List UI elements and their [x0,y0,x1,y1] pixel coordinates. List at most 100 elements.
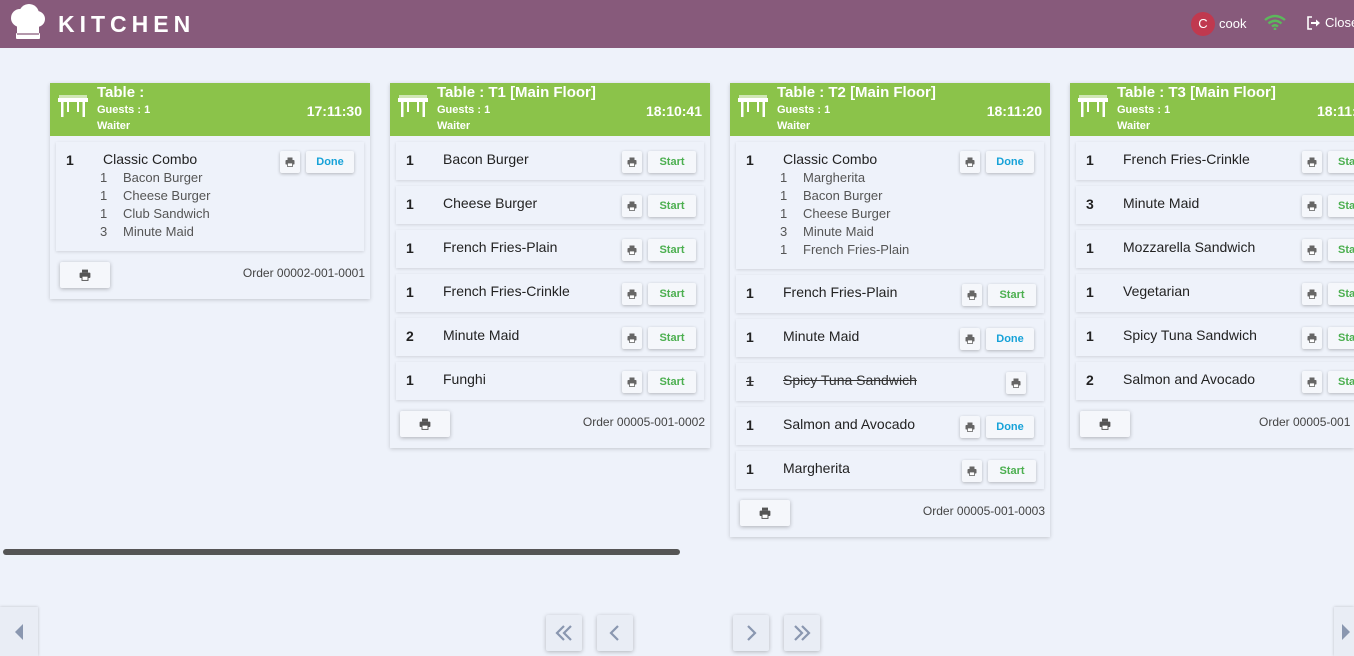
order-line[interactable]: 2 Minute Maid Start [396,318,704,356]
done-button[interactable]: Done [986,328,1034,350]
print-line-button[interactable] [960,416,980,438]
user-avatar[interactable]: C [1191,12,1215,36]
print-line-button[interactable] [622,195,642,217]
combo-component: 1 Margherita [736,170,996,188]
done-button[interactable]: Done [986,151,1034,173]
print-line-button[interactable] [622,151,642,173]
print-icon [627,245,637,255]
print-line-button[interactable] [1302,151,1322,173]
line-quantity: 1 [746,329,754,345]
next-page-button[interactable] [733,615,769,651]
start-button[interactable]: Sta [1328,195,1354,217]
start-button[interactable]: Start [648,151,696,173]
order-line[interactable]: 1 Margherita Start [736,451,1044,489]
scroll-right-button[interactable] [1334,607,1354,656]
user-name[interactable]: cook [1219,16,1246,31]
print-order-button[interactable] [1080,411,1130,437]
order-card-header: Table : T1 [Main Floor] Guests : 1 Waite… [390,83,710,136]
print-order-button[interactable] [60,262,110,288]
start-button[interactable]: Start [648,371,696,393]
order-line[interactable]: 1 Vegetarian Sta [1076,274,1354,312]
start-button[interactable]: Start [648,239,696,261]
line-product: French Fries-Crinkle [1123,151,1250,167]
close-button[interactable]: Close [1306,15,1354,30]
component-quantity: 1 [780,242,788,257]
start-button[interactable]: Sta [1328,327,1354,349]
component-quantity: 3 [100,224,108,239]
order-line-cancelled[interactable]: 1 Spicy Tuna Sandwich [736,363,1044,401]
start-button[interactable]: Start [648,283,696,305]
print-line-button[interactable] [622,283,642,305]
start-button[interactable]: Sta [1328,371,1354,393]
print-line-button[interactable] [622,327,642,349]
print-line-button[interactable] [622,371,642,393]
print-icon [627,157,637,167]
component-name: Bacon Burger [803,188,883,203]
done-button[interactable]: Done [986,416,1034,438]
print-line-button[interactable] [1302,195,1322,217]
combo-component: 3 Minute Maid [736,224,996,242]
print-line-button[interactable] [960,151,980,173]
waiter-name: Waiter [437,120,471,132]
order-reference: Order 00002-001-0001 [242,266,365,280]
order-line[interactable]: 1 Mozzarella Sandwich Sta [1076,230,1354,268]
print-line-button[interactable] [280,151,300,173]
start-button[interactable]: Start [988,284,1036,306]
component-quantity: 3 [780,224,788,239]
done-button[interactable]: Done [306,151,354,173]
order-line[interactable]: 1 French Fries-Crinkle Sta [1076,142,1354,180]
line-quantity: 1 [406,284,414,300]
chef-hat-icon [11,4,45,39]
print-line-button[interactable] [622,239,642,261]
print-order-button[interactable] [740,500,790,526]
double-chevron-left-icon [555,625,572,641]
start-button[interactable]: Start [988,460,1036,482]
line-product: Mozzarella Sandwich [1123,239,1256,255]
chevron-right-icon [747,625,757,641]
first-page-button[interactable] [546,615,582,651]
order-line[interactable]: 1 Bacon Burger Start [396,142,704,180]
previous-page-button[interactable] [597,615,633,651]
order-board[interactable]: Table : Guests : 1 Waiter 17:11:30 1 Cla… [0,48,1354,558]
start-button[interactable]: Sta [1328,151,1354,173]
print-line-button[interactable] [962,284,982,306]
print-line-button[interactable] [1302,371,1322,393]
order-line[interactable]: 1 French Fries-Crinkle Start [396,274,704,312]
order-line[interactable]: 2 Salmon and Avocado Sta [1076,362,1354,400]
order-line[interactable]: 1 Spicy Tuna Sandwich Sta [1076,318,1354,356]
print-line-button[interactable] [962,460,982,482]
last-page-button[interactable] [784,615,820,651]
line-product: Classic Combo [103,151,198,167]
start-button[interactable]: Sta [1328,283,1354,305]
order-reference: Order 00005-001-0002 [582,415,705,429]
order-line[interactable]: 1 Funghi Start [396,362,704,400]
print-line-button[interactable] [1006,372,1026,394]
line-product: Margherita [783,460,850,476]
scroll-left-button[interactable] [0,607,38,656]
start-button[interactable]: Sta [1328,239,1354,261]
line-product: Salmon and Avocado [1123,371,1256,387]
print-icon [1099,418,1111,430]
order-card: Table : T2 [Main Floor] Guests : 1 Waite… [730,83,1050,537]
order-time: 18:10:41 [645,103,702,119]
print-icon [79,269,91,281]
order-line[interactable]: 1 French Fries-Plain Start [396,230,704,268]
order-line[interactable]: 1 Classic Combo 1 Bacon Burger 1 Cheese Bu… [56,142,364,251]
order-line[interactable]: 3 Minute Maid Sta [1076,186,1354,224]
order-line[interactable]: 1 Salmon and Avocado Done [736,407,1044,445]
order-line[interactable]: 1 French Fries-Plain Start [736,275,1044,313]
print-line-button[interactable] [1302,239,1322,261]
order-line[interactable]: 1 Classic Combo 1 Margherita 1 Bacon Burge… [736,142,1044,269]
start-button[interactable]: Start [648,195,696,217]
print-line-button[interactable] [1302,327,1322,349]
order-line[interactable]: 1 Cheese Burger Start [396,186,704,224]
print-icon [285,157,295,167]
order-line[interactable]: 1 Minute Maid Done [736,319,1044,357]
print-icon [965,157,975,167]
print-line-button[interactable] [1302,283,1322,305]
print-order-button[interactable] [400,411,450,437]
start-button[interactable]: Start [648,327,696,349]
print-line-button[interactable] [960,328,980,350]
horizontal-scrollbar[interactable] [3,549,680,555]
top-bar: KITCHEN C cook Close [0,0,1354,48]
